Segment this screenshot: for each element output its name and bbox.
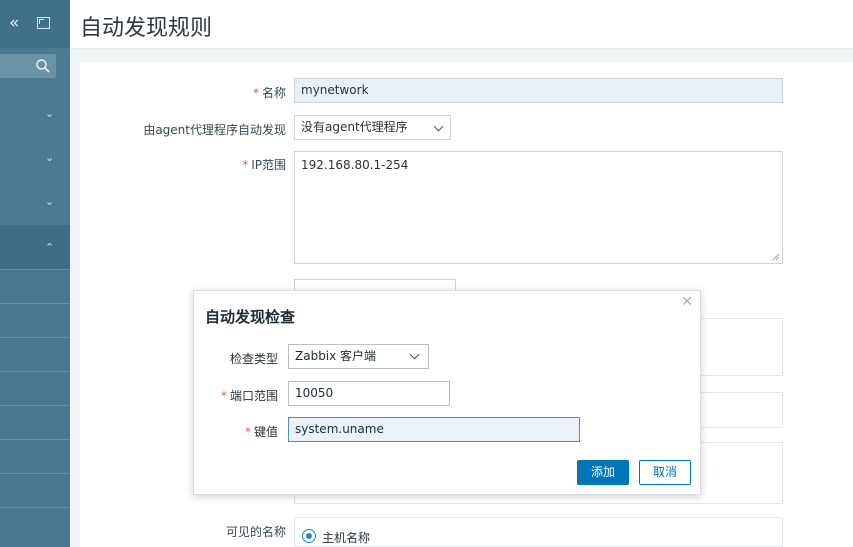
visible-name-label: 可见的名称 [225,525,286,539]
sidebar-menu-4[interactable]: ⌃ [0,225,70,269]
sidebar-submenu-item[interactable] [0,337,70,371]
close-icon[interactable]: ✕ [681,294,693,310]
chevron-double-left-icon[interactable]: « [9,14,27,32]
sidebar-menu-1[interactable]: ⌄ [0,93,70,137]
sidebar-submenu-item[interactable] [0,405,70,439]
sidebar-submenu-item[interactable] [0,303,70,337]
ip-range-textarea[interactable]: 192.168.80.1-254 [294,151,783,264]
add-button[interactable]: 添加 [577,460,629,485]
cancel-button[interactable]: 取消 [639,460,691,485]
name-input[interactable]: mynetwork [294,78,783,103]
chevron-down-icon [409,349,420,360]
port-range-input[interactable]: 10050 [288,381,450,406]
sidebar-menu-2[interactable]: ⌄ [0,137,70,181]
proxy-label: 由agent代理程序自动发现 [143,123,286,137]
dialog-title: 自动发现检查 [205,308,296,326]
ip-range-value: 192.168.80.1-254 [301,158,409,172]
key-label: * 键值 [244,425,278,439]
sidebar-menu-3[interactable]: ⌄ [0,181,70,225]
chevron-down-icon [433,121,444,132]
check-type-select[interactable]: Zabbix 客户端 [288,344,429,369]
search-icon[interactable] [35,58,51,74]
ip-range-label: * IP范围 [242,158,286,172]
kiosk-mode-icon[interactable] [37,17,50,29]
sidebar-submenu-item[interactable] [0,439,70,473]
port-range-label: * 端口范围 [220,389,278,403]
key-input[interactable]: system.uname [288,417,580,442]
sidebar: « ⌄ ⌄ ⌄ ⌃ [0,0,70,547]
proxy-select[interactable]: 没有agent代理程序 [294,115,451,140]
visible-name-radio[interactable] [302,529,316,543]
sidebar-submenu-item[interactable] [0,269,70,303]
sidebar-header: « [0,0,70,48]
discovery-check-dialog: 自动发现检查 ✕ 检查类型 Zabbix 客户端 * 端口范围 10050 * 键值… [193,290,701,495]
page-title: 自动发现规则 [80,16,213,41]
chevron-down-icon: ⌄ [45,107,55,120]
chevron-down-icon: ⌄ [45,195,55,208]
proxy-select-value: 没有agent代理程序 [301,120,408,134]
sidebar-search-field[interactable] [0,54,56,78]
chevron-up-icon: ⌃ [45,241,55,254]
check-type-label: 检查类型 [229,352,278,366]
chevron-down-icon: ⌄ [45,151,55,164]
resize-handle-icon[interactable] [772,253,780,261]
visible-name-option-label: 主机名称 [322,531,371,545]
sidebar-submenu-item[interactable] [0,371,70,405]
sidebar-submenu-item[interactable] [0,473,70,507]
name-label: * 名称 [252,86,286,100]
sidebar-submenu-item[interactable] [0,507,70,547]
check-type-value: Zabbix 客户端 [295,349,377,363]
